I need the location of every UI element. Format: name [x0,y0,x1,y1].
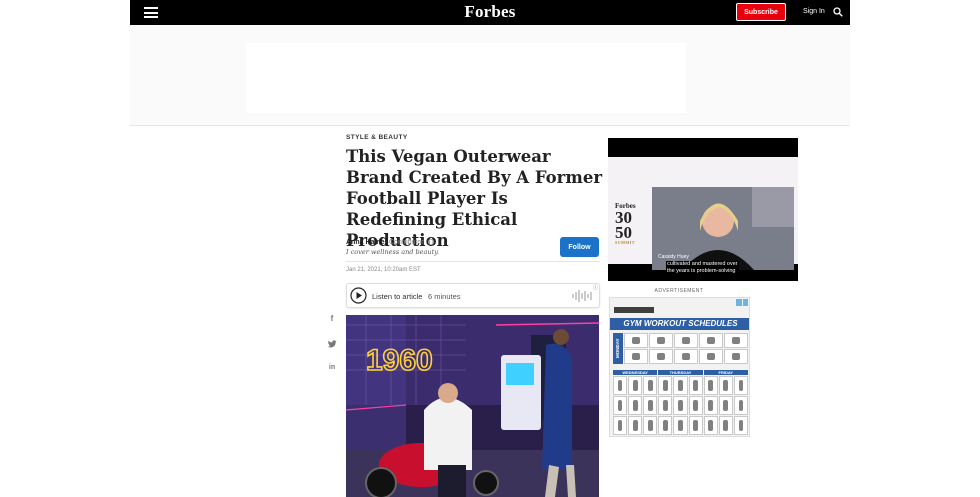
top-nav: Forbes Subscribe Sign In [130,0,850,25]
article-kicker[interactable]: STYLE & BEAUTY [346,134,408,141]
follow-button[interactable]: Follow [560,237,599,257]
video-caption-name: Cassidy Huey [658,254,689,260]
menu-icon[interactable] [144,7,158,18]
divider [346,261,600,262]
twitter-icon[interactable] [327,339,337,349]
waveform-icon [572,290,592,302]
video-player[interactable]: Forbes 30 50 SUMMIT Cassidy Huey cultiva… [608,138,798,281]
author-bio: I cover wellness and beauty. [346,248,440,256]
signin-link[interactable]: Sign In [803,8,825,15]
article-headline: This Vegan Outerwear Brand Created By A … [346,147,603,250]
video-subtitles: cultivated and mastered over the years i… [666,261,739,275]
listen-label: Listen to article [372,292,423,301]
video-frame: Forbes 30 50 SUMMIT Cassidy Huey cultiva… [608,157,798,275]
video-30-under-30-logo: Forbes 30 50 SUMMIT [615,202,636,245]
neon-sign: 1960 [366,344,433,377]
facebook-icon[interactable]: f [327,314,337,324]
subscribe-button[interactable]: Subscribe [736,3,786,21]
ad-text-fragment [614,307,654,313]
hero-image: 1960 [346,315,599,497]
weekday-grid [613,376,748,435]
author-name[interactable]: Anna Haines [346,239,388,246]
top-ad-slot [246,43,686,113]
publish-date: Jan 21, 2021, 10:20am EST [346,267,421,273]
linkedin-icon[interactable]: in [327,364,337,374]
weekday-labels: WEDNESDAY THURSDAY FRIDAY [613,370,748,375]
gym-ad[interactable]: GYM WORKOUT SCHEDULES MONDAY WEDNESDAY T… [609,297,750,437]
ad-info-icon[interactable]: ⓘ [593,284,598,291]
ad-choices-icon[interactable] [736,299,748,306]
listen-duration: 6 minutes [428,292,461,301]
author-role: Contributor [389,239,424,246]
advertisement-label: ADVERTISEMENT [654,288,704,294]
audio-player: Listen to article 6 minutes ⓘ [346,283,600,308]
search-icon[interactable] [833,7,843,17]
forbes-logo[interactable]: Forbes [464,2,515,22]
top-ad-area [130,25,850,126]
info-icon[interactable] [428,239,434,245]
play-icon[interactable] [350,287,367,304]
gym-ad-title: GYM WORKOUT SCHEDULES [610,318,749,330]
monday-grid: MONDAY [613,333,748,364]
